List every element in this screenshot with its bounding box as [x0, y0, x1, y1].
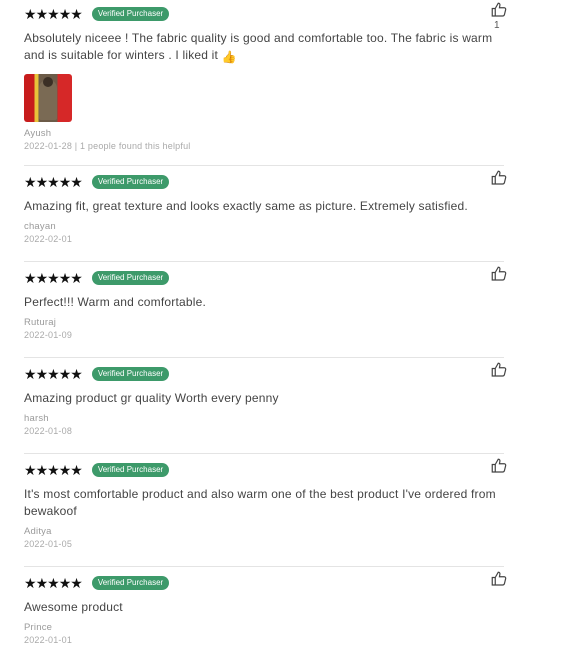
- thumbs-up-icon[interactable]: [490, 169, 508, 187]
- review-item: ★ ★ ★ ★ ★ Verified Purchaser 1 Absolutely ni…: [24, 2, 507, 151]
- star-rating: ★ ★ ★ ★ ★: [24, 6, 83, 22]
- review-item: ★ ★ ★ ★ ★ Verified Purchaser Amazing fit, gr…: [24, 170, 507, 244]
- verified-badge: Verified Purchaser: [91, 7, 170, 21]
- star-icon: ★: [70, 462, 83, 478]
- star-icon: ★: [58, 174, 72, 190]
- star-icon: ★: [47, 270, 60, 286]
- review-text: Absolutely niceee ! The fabric quality i…: [24, 31, 493, 64]
- star-icon: ★: [58, 270, 72, 286]
- review-date: 2022-01-01: [24, 635, 73, 645]
- like-count: 1: [494, 20, 500, 31]
- thumbs-up-emoji: 👍: [221, 50, 237, 64]
- star-rating: ★ ★ ★ ★ ★: [24, 366, 83, 382]
- thumbs-up-icon[interactable]: [490, 361, 508, 379]
- star-icon: ★: [70, 6, 83, 22]
- star-icon: ★: [24, 6, 37, 22]
- star-icon: ★: [70, 575, 83, 591]
- review-author: Ayush: [24, 128, 52, 139]
- star-icon: ★: [24, 174, 37, 190]
- star-icon: ★: [70, 366, 83, 382]
- star-icon: ★: [58, 575, 72, 591]
- review-date: 2022-02-01: [24, 234, 73, 244]
- review-date: 2022-01-28: [24, 141, 73, 151]
- star-rating: ★ ★ ★ ★ ★: [24, 462, 83, 478]
- helpful-text: 1 people found this helpful: [80, 141, 191, 151]
- thumbs-up-icon[interactable]: [490, 1, 508, 19]
- star-icon: ★: [47, 366, 60, 382]
- review-item: ★ ★ ★ ★ ★ Verified Purchaser Awesome product…: [24, 571, 507, 645]
- star-icon: ★: [35, 270, 49, 286]
- star-icon: ★: [58, 366, 72, 382]
- review-author: Aditya: [24, 526, 52, 537]
- star-icon: ★: [24, 575, 37, 591]
- review-author: Prince: [24, 622, 53, 633]
- star-icon: ★: [24, 270, 37, 286]
- star-rating: ★ ★ ★ ★ ★: [24, 270, 83, 286]
- star-icon: ★: [24, 462, 37, 478]
- review-meta: 2022-01-28 | 1 people found this helpful: [24, 141, 191, 151]
- review-item: ★ ★ ★ ★ ★ Verified Purchaser It's most comfo…: [24, 458, 507, 549]
- star-icon: ★: [47, 575, 60, 591]
- review-author: harsh: [24, 413, 49, 424]
- star-icon: ★: [35, 174, 49, 190]
- review-item: ★ ★ ★ ★ ★ Verified Purchaser Perfect!!! Warm…: [24, 266, 507, 340]
- verified-badge: Verified Purchaser: [91, 367, 170, 381]
- review-date: 2022-01-05: [24, 539, 73, 549]
- star-icon: ★: [47, 462, 60, 478]
- review-text: Amazing fit, great texture and looks exa…: [24, 199, 468, 213]
- thumbs-up-icon[interactable]: [490, 570, 508, 588]
- review-photo[interactable]: [24, 74, 72, 122]
- review-date: 2022-01-09: [24, 330, 73, 340]
- star-rating: ★ ★ ★ ★ ★: [24, 174, 83, 190]
- star-icon: ★: [47, 6, 60, 22]
- thumbs-up-icon[interactable]: [490, 457, 508, 475]
- review-text: Amazing product gr quality Worth every p…: [24, 391, 279, 405]
- verified-badge: Verified Purchaser: [91, 576, 170, 590]
- thumbs-up-icon[interactable]: [490, 265, 508, 283]
- verified-badge: Verified Purchaser: [91, 175, 170, 189]
- star-icon: ★: [35, 575, 49, 591]
- star-icon: ★: [58, 6, 72, 22]
- divider: [24, 357, 504, 358]
- divider: [24, 165, 504, 166]
- review-text: Awesome product: [24, 600, 123, 614]
- star-icon: ★: [58, 462, 72, 478]
- review-date: 2022-01-08: [24, 426, 73, 436]
- review-text: It's most comfortable product and also w…: [24, 487, 496, 518]
- review-author: chayan: [24, 221, 56, 232]
- verified-badge: Verified Purchaser: [91, 463, 170, 477]
- review-text: Perfect!!! Warm and comfortable.: [24, 295, 207, 309]
- review-author: Ruturaj: [24, 317, 57, 328]
- star-icon: ★: [47, 174, 60, 190]
- divider: [24, 566, 504, 567]
- star-icon: ★: [35, 6, 49, 22]
- star-icon: ★: [70, 174, 83, 190]
- star-rating: ★ ★ ★ ★ ★: [24, 575, 83, 591]
- star-icon: ★: [35, 366, 49, 382]
- divider: [24, 453, 504, 454]
- star-icon: ★: [70, 270, 83, 286]
- verified-badge: Verified Purchaser: [91, 271, 170, 285]
- star-icon: ★: [35, 462, 49, 478]
- divider: [24, 261, 504, 262]
- star-icon: ★: [24, 366, 37, 382]
- review-item: ★ ★ ★ ★ ★ Verified Purchaser Amazing product…: [24, 362, 507, 436]
